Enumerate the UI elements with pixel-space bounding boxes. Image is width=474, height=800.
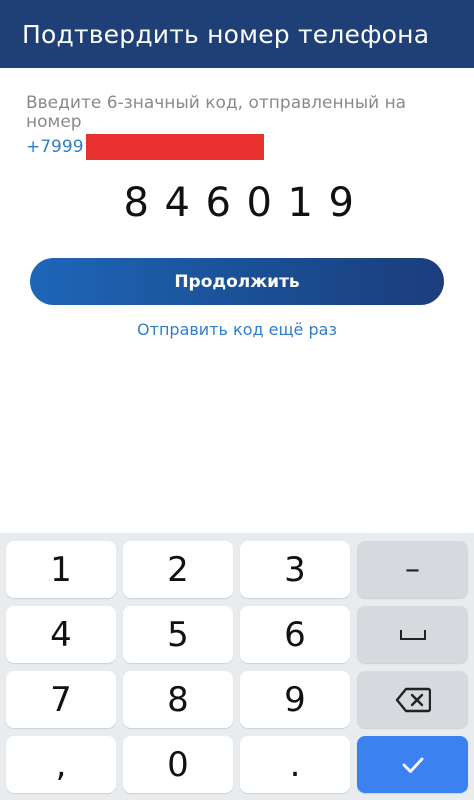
key-5[interactable]: 5 bbox=[123, 606, 233, 663]
key-7[interactable]: 7 bbox=[6, 671, 116, 728]
key-9[interactable]: 9 bbox=[240, 671, 350, 728]
key-2[interactable]: 2 bbox=[123, 541, 233, 598]
key-done[interactable] bbox=[357, 736, 468, 793]
instruction-text: Введите 6-значный код, отправленный на н… bbox=[26, 93, 407, 132]
key-3[interactable]: 3 bbox=[240, 541, 350, 598]
code-digit: 9 bbox=[328, 180, 354, 226]
numeric-keyboard: 1 2 3 – 4 5 6 7 8 9 , 0 . bbox=[0, 533, 474, 800]
key-8[interactable]: 8 bbox=[123, 671, 233, 728]
page-title: Подтвердить номер телефона bbox=[22, 19, 430, 49]
phone-number: +7999 bbox=[26, 134, 264, 160]
code-digit: 1 bbox=[287, 180, 313, 226]
backspace-icon bbox=[395, 687, 431, 712]
key-space[interactable] bbox=[357, 606, 468, 663]
key-1[interactable]: 1 bbox=[6, 541, 116, 598]
code-digit: 0 bbox=[246, 180, 272, 226]
resend-code-link[interactable]: Отправить код ещё раз bbox=[0, 320, 474, 339]
check-icon bbox=[402, 757, 423, 773]
code-digit: 6 bbox=[205, 180, 231, 226]
key-comma[interactable]: , bbox=[6, 736, 116, 793]
key-6[interactable]: 6 bbox=[240, 606, 350, 663]
dash-label: – bbox=[405, 552, 420, 587]
code-digit: 8 bbox=[123, 180, 149, 226]
key-4[interactable]: 4 bbox=[6, 606, 116, 663]
key-0[interactable]: 0 bbox=[123, 736, 233, 793]
space-icon bbox=[399, 629, 426, 640]
phone-redaction bbox=[85, 134, 264, 160]
phone-prefix: +7999 bbox=[26, 137, 84, 157]
app-bar: Подтвердить номер телефона bbox=[0, 0, 474, 68]
key-dash[interactable]: – bbox=[357, 541, 468, 598]
continue-button[interactable]: Продолжить bbox=[30, 258, 444, 305]
key-period[interactable]: . bbox=[240, 736, 350, 793]
code-digit: 4 bbox=[164, 180, 190, 226]
key-backspace[interactable] bbox=[357, 671, 468, 728]
code-input[interactable]: 8 4 6 0 1 9 bbox=[0, 180, 474, 226]
